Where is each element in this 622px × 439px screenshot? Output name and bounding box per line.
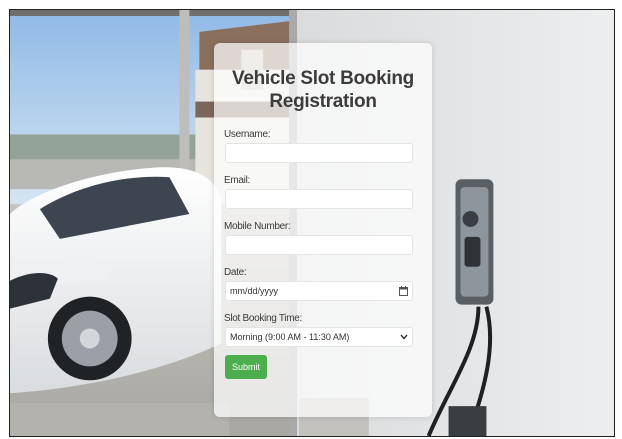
email-label: Email: bbox=[224, 175, 250, 186]
username-label: Username: bbox=[224, 129, 271, 140]
date-placeholder: mm/dd/yyyy bbox=[230, 286, 279, 296]
slot-booking-time-value: Morning (9:00 AM - 11:30 AM) bbox=[230, 332, 350, 342]
mobile-number-label: Mobile Number: bbox=[224, 221, 291, 232]
date-input[interactable]: mm/dd/yyyy bbox=[225, 281, 413, 301]
email-input[interactable] bbox=[225, 189, 413, 209]
mobile-number-input[interactable] bbox=[225, 235, 413, 255]
slot-booking-time-label: Slot Booking Time: bbox=[224, 313, 302, 324]
slot-booking-time-select[interactable]: Morning (9:00 AM - 11:30 AM) bbox=[225, 327, 413, 347]
submit-button[interactable]: Submit bbox=[225, 355, 267, 379]
date-label: Date: bbox=[224, 267, 247, 278]
calendar-icon[interactable] bbox=[399, 286, 408, 296]
form-title: Vehicle Slot Booking Registration bbox=[232, 68, 414, 112]
username-input[interactable] bbox=[225, 143, 413, 163]
page-frame: Vehicle Slot Booking Registration Userna… bbox=[9, 9, 615, 437]
registration-form: Vehicle Slot Booking Registration Userna… bbox=[214, 43, 432, 417]
chevron-down-icon bbox=[400, 334, 408, 340]
